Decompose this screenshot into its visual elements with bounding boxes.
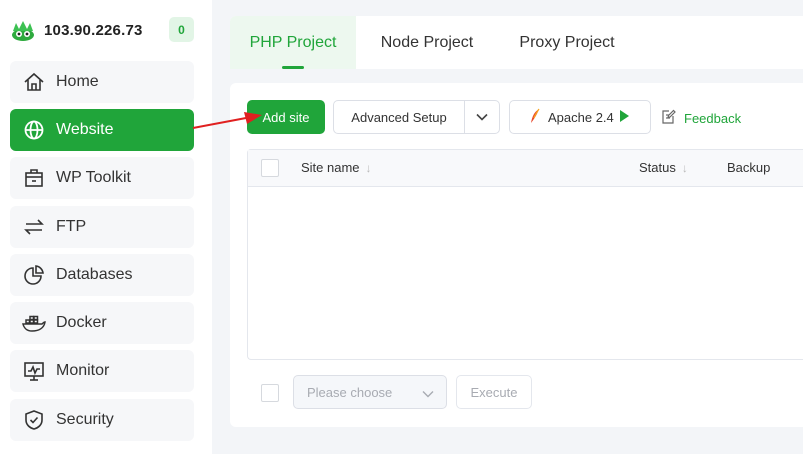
chevron-down-icon	[422, 386, 434, 401]
advanced-setup-button[interactable]: Advanced Setup	[333, 100, 500, 134]
sidebar-item-label: WP Toolkit	[56, 169, 131, 186]
sidebar-item-databases[interactable]: Databases	[10, 254, 194, 296]
chevron-down-icon[interactable]	[465, 113, 499, 121]
batch-action-select[interactable]: Please choose	[293, 375, 447, 409]
docker-whale-icon	[22, 311, 46, 335]
column-backup: Backup	[727, 160, 770, 175]
edit-note-icon	[661, 109, 676, 128]
table-header: Site name ↓ Status ↓ Backup	[248, 150, 803, 187]
transfer-arrows-icon	[22, 215, 46, 239]
select-placeholder: Please choose	[307, 384, 393, 400]
sidebar-item-label: Databases	[56, 266, 133, 283]
server-ip: 103.90.226.73	[44, 21, 143, 39]
sidebar-item-label: Home	[56, 73, 99, 90]
sidebar-item-label: Monitor	[56, 362, 110, 379]
sidebar-item-security[interactable]: Security	[10, 399, 194, 441]
column-label: Status	[639, 160, 676, 175]
globe-icon	[22, 118, 46, 142]
column-site-name[interactable]: Site name ↓	[301, 160, 372, 175]
feedback-link[interactable]: Feedback	[661, 108, 741, 128]
sidebar-item-ftp[interactable]: FTP	[10, 206, 194, 248]
sidebar-item-website[interactable]: Website	[10, 109, 194, 151]
select-all-checkbox[interactable]	[261, 159, 279, 177]
sidebar-item-monitor[interactable]: Monitor	[10, 350, 194, 392]
batch-select-checkbox[interactable]	[261, 384, 279, 402]
execute-button[interactable]: Execute	[456, 375, 532, 409]
column-label: Site name	[301, 160, 360, 175]
feedback-label: Feedback	[684, 110, 742, 126]
tab-php-project[interactable]: PHP Project	[230, 16, 356, 69]
advanced-setup-label: Advanced Setup	[351, 109, 447, 125]
column-label: Backup	[727, 160, 771, 175]
monitor-icon	[22, 359, 46, 383]
sidebar-item-label: Security	[56, 411, 114, 428]
sidebar-item-home[interactable]: Home	[10, 61, 194, 103]
status-badge[interactable]: 0	[169, 17, 194, 42]
sidebar-item-label: FTP	[56, 218, 87, 235]
sort-arrow-icon: ↓	[365, 160, 372, 175]
play-icon	[619, 109, 629, 125]
server-logo-icon	[10, 17, 36, 43]
apache-label: Apache 2.4	[548, 109, 614, 125]
sidebar-item-docker[interactable]: Docker	[10, 302, 194, 344]
sidebar-item-label: Website	[56, 121, 114, 138]
sidebar: 103.90.226.73 0 Home Website WP Toolkit …	[0, 0, 212, 454]
server-header: 103.90.226.73 0	[10, 14, 196, 46]
tab-node-project[interactable]: Node Project	[368, 16, 486, 69]
shield-icon	[22, 408, 46, 432]
apache-feather-icon	[530, 108, 540, 127]
sidebar-item-label: Docker	[56, 314, 107, 331]
add-site-button[interactable]: Add site	[247, 100, 325, 134]
toolkit-icon	[22, 166, 46, 190]
column-status[interactable]: Status ↓	[639, 160, 688, 175]
sidebar-item-wp-toolkit[interactable]: WP Toolkit	[10, 157, 194, 199]
sort-arrow-icon: ↓	[681, 160, 688, 175]
site-table: Site name ↓ Status ↓ Backup	[247, 149, 803, 360]
project-tabs: PHP Project Node Project Proxy Project	[230, 16, 803, 69]
home-icon	[22, 70, 46, 94]
pie-chart-icon	[22, 263, 46, 287]
tab-proxy-project[interactable]: Proxy Project	[506, 16, 628, 69]
apache-button[interactable]: Apache 2.4	[509, 100, 651, 134]
